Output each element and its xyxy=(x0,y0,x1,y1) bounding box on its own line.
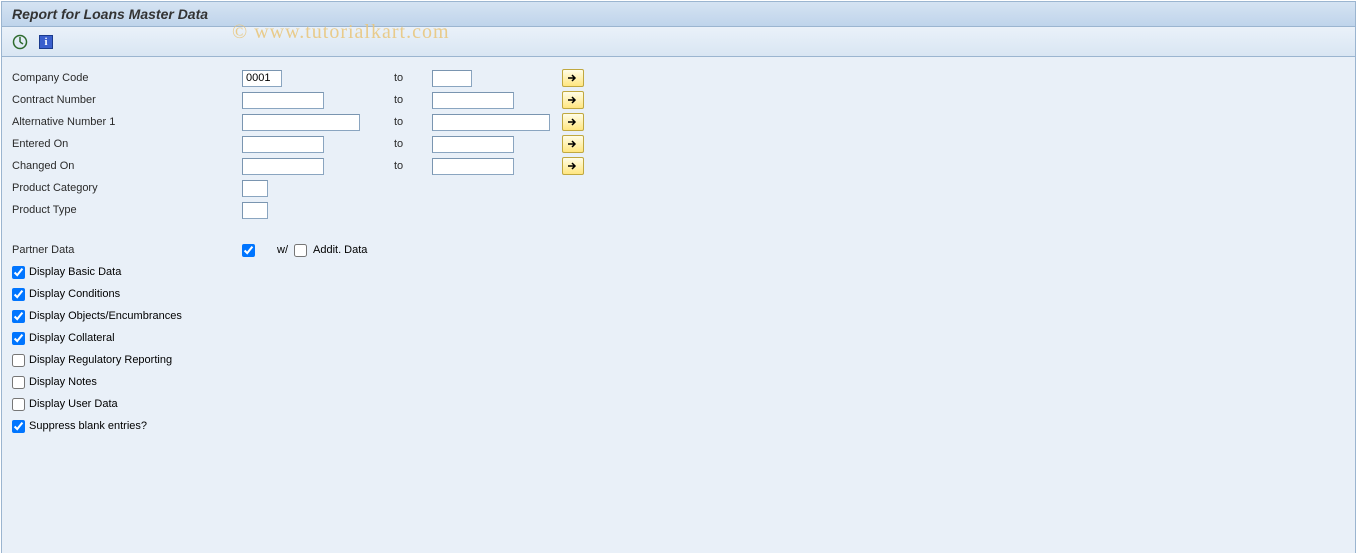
to-label: to xyxy=(392,160,432,172)
changed-on-to-input[interactable] xyxy=(432,158,514,175)
display-objects-label: Display Objects/Encumbrances xyxy=(29,310,182,322)
display-collateral-checkbox[interactable] xyxy=(12,332,25,345)
partner-data-checkbox[interactable] xyxy=(242,244,255,257)
row-product-type: Product Type xyxy=(10,199,1347,221)
contract-number-from-input[interactable] xyxy=(242,92,324,109)
changed-on-from-input[interactable] xyxy=(242,158,324,175)
display-basic-checkbox[interactable] xyxy=(12,266,25,279)
row-alt-number: Alternative Number 1 to xyxy=(10,111,1347,133)
to-label: to xyxy=(392,72,432,84)
label-alt-number: Alternative Number 1 xyxy=(10,116,242,128)
row-contract-number: Contract Number to xyxy=(10,89,1347,111)
row-display-collateral: Display Collateral xyxy=(10,327,1347,349)
w-label: w/ xyxy=(277,244,288,256)
addit-data-checkbox[interactable] xyxy=(294,244,307,257)
label-product-category: Product Category xyxy=(10,182,242,194)
multiple-selection-button[interactable] xyxy=(562,69,584,87)
display-conditions-label: Display Conditions xyxy=(29,288,120,300)
row-display-objects: Display Objects/Encumbrances xyxy=(10,305,1347,327)
alt-number-to-input[interactable] xyxy=(432,114,550,131)
display-objects-checkbox[interactable] xyxy=(12,310,25,323)
display-notes-checkbox[interactable] xyxy=(12,376,25,389)
to-label: to xyxy=(392,116,432,128)
display-regulatory-label: Display Regulatory Reporting xyxy=(29,354,172,366)
row-partner-data: Partner Data w/ Addit. Data xyxy=(10,239,1347,261)
display-notes-label: Display Notes xyxy=(29,376,97,388)
row-changed-on: Changed On to xyxy=(10,155,1347,177)
row-product-category: Product Category xyxy=(10,177,1347,199)
info-icon[interactable]: i xyxy=(36,32,56,52)
toolbar: i © www.tutorialkart.com xyxy=(2,27,1355,57)
execute-icon[interactable] xyxy=(10,32,30,52)
row-display-notes: Display Notes xyxy=(10,371,1347,393)
multiple-selection-button[interactable] xyxy=(562,157,584,175)
display-regulatory-checkbox[interactable] xyxy=(12,354,25,367)
alt-number-from-input[interactable] xyxy=(242,114,360,131)
row-display-userdata: Display User Data xyxy=(10,393,1347,415)
label-company-code: Company Code xyxy=(10,72,242,84)
label-product-type: Product Type xyxy=(10,204,242,216)
display-userdata-checkbox[interactable] xyxy=(12,398,25,411)
content-area: Company Code to Contract Number to Alter… xyxy=(2,57,1355,553)
suppress-blank-checkbox[interactable] xyxy=(12,420,25,433)
company-code-to-input[interactable] xyxy=(432,70,472,87)
multiple-selection-button[interactable] xyxy=(562,135,584,153)
display-userdata-label: Display User Data xyxy=(29,398,118,410)
label-changed-on: Changed On xyxy=(10,160,242,172)
to-label: to xyxy=(392,94,432,106)
label-entered-on: Entered On xyxy=(10,138,242,150)
row-display-conditions: Display Conditions xyxy=(10,283,1347,305)
entered-on-to-input[interactable] xyxy=(432,136,514,153)
label-contract-number: Contract Number xyxy=(10,94,242,106)
multiple-selection-button[interactable] xyxy=(562,91,584,109)
row-entered-on: Entered On to xyxy=(10,133,1347,155)
product-type-input[interactable] xyxy=(242,202,268,219)
row-display-basic: Display Basic Data xyxy=(10,261,1347,283)
contract-number-to-input[interactable] xyxy=(432,92,514,109)
label-partner-data: Partner Data xyxy=(10,244,242,256)
page-title: Report for Loans Master Data xyxy=(2,2,1355,27)
suppress-blank-label: Suppress blank entries? xyxy=(29,420,147,432)
display-basic-label: Display Basic Data xyxy=(29,266,121,278)
row-display-regulatory: Display Regulatory Reporting xyxy=(10,349,1347,371)
entered-on-from-input[interactable] xyxy=(242,136,324,153)
multiple-selection-button[interactable] xyxy=(562,113,584,131)
to-label: to xyxy=(392,138,432,150)
row-suppress-blank: Suppress blank entries? xyxy=(10,415,1347,437)
display-collateral-label: Display Collateral xyxy=(29,332,115,344)
product-category-input[interactable] xyxy=(242,180,268,197)
display-conditions-checkbox[interactable] xyxy=(12,288,25,301)
addit-data-label: Addit. Data xyxy=(313,244,367,256)
company-code-from-input[interactable] xyxy=(242,70,282,87)
row-company-code: Company Code to xyxy=(10,67,1347,89)
